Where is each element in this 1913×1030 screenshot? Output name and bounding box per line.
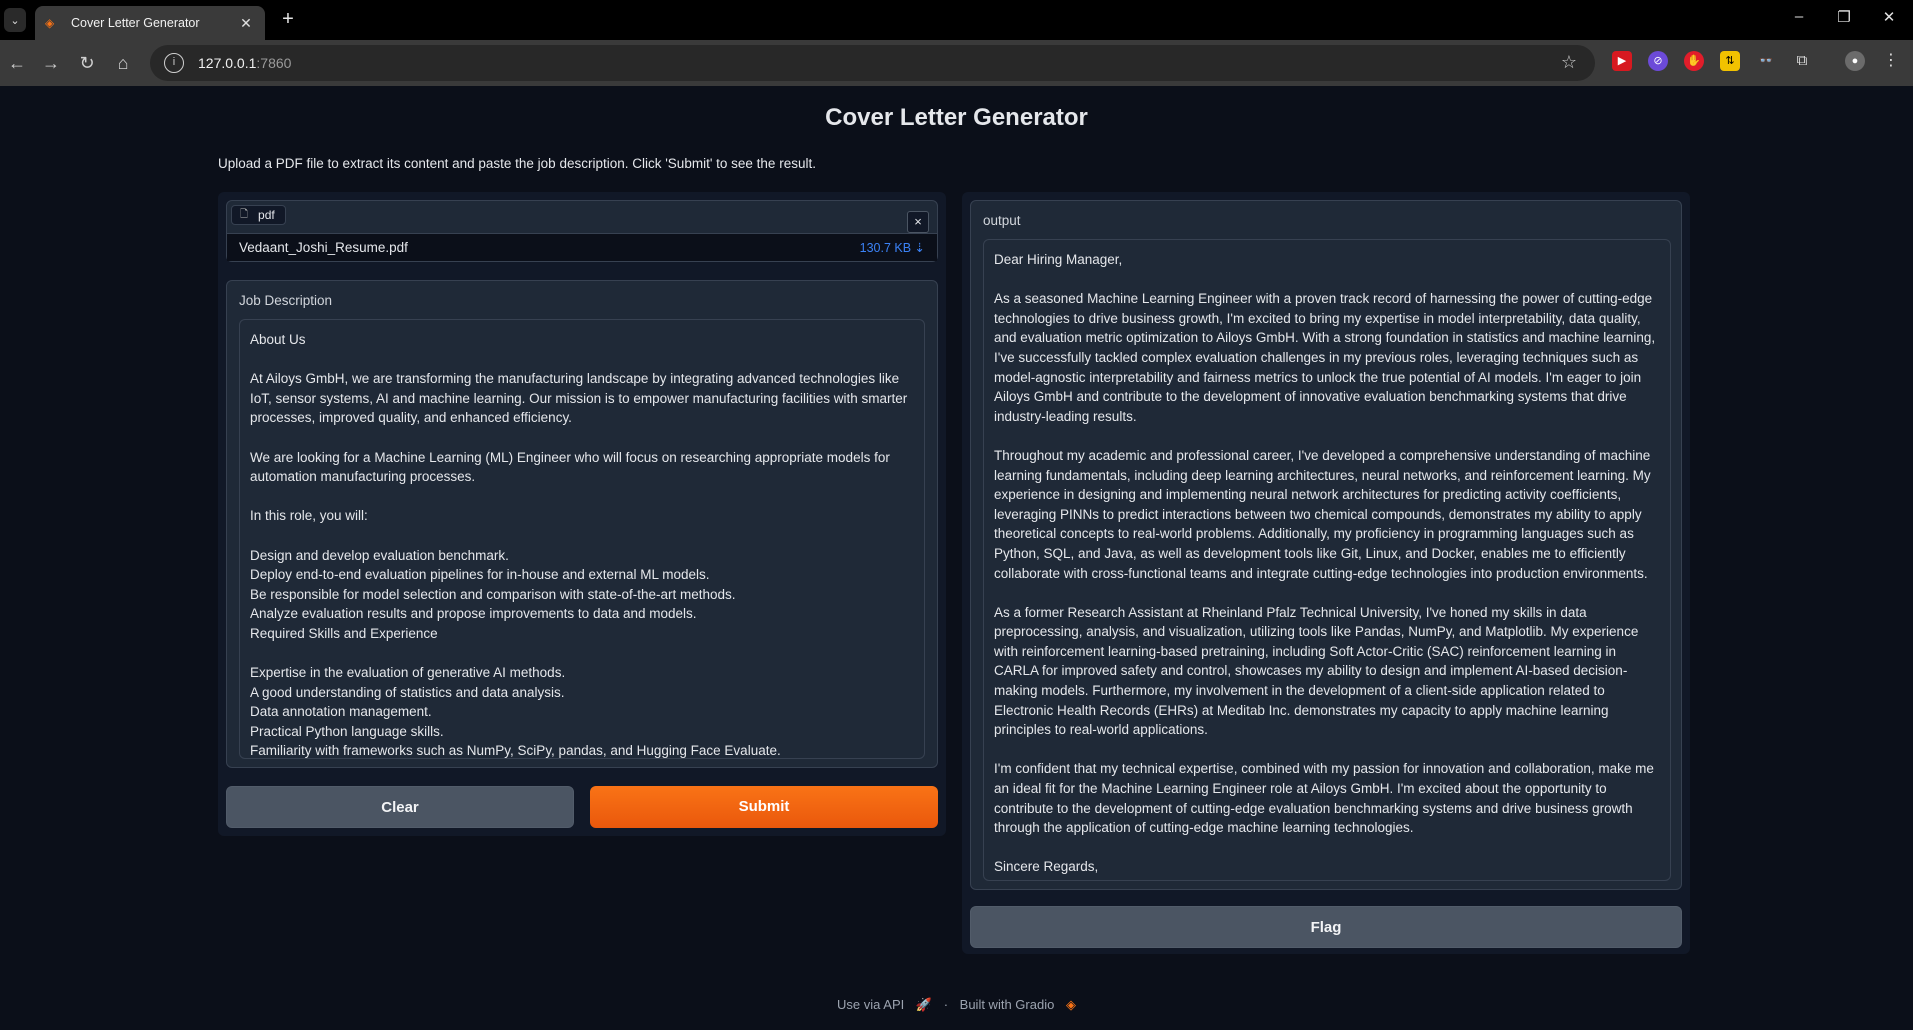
job-description-label: Job Description <box>239 293 333 308</box>
gradio-logo-icon: ◈ <box>1065 997 1076 1012</box>
extension-purple-icon[interactable]: ⊘ <box>1648 51 1668 71</box>
site-info-icon[interactable]: i <box>164 53 184 73</box>
address-bar[interactable]: i 127.0.0.1:7860 ☆ <box>150 45 1595 81</box>
page-title: Cover Letter Generator <box>825 104 1088 131</box>
back-icon[interactable]: ← <box>4 50 30 76</box>
extension-shield-icon[interactable]: ✋ <box>1684 51 1704 71</box>
output-label: output <box>983 213 1021 228</box>
use-via-api-link[interactable]: Use via API <box>837 997 904 1012</box>
minimize-icon[interactable]: – <box>1787 8 1811 25</box>
tab-close-icon[interactable]: ✕ <box>237 15 255 32</box>
built-with-gradio-link[interactable]: Built with Gradio <box>960 997 1055 1012</box>
file-upload-label-text: pdf <box>258 208 275 222</box>
job-description-textarea[interactable]: About Us At Ailoys GmbH, we are transfor… <box>239 319 925 759</box>
reload-icon[interactable]: ↻ <box>74 50 100 76</box>
browser-tab[interactable]: ◈ Cover Letter Generator ✕ <box>35 6 265 40</box>
extension-yellow-icon[interactable]: ⇅ <box>1720 51 1740 71</box>
url-host: 127.0.0.1 <box>198 55 257 71</box>
tab-search-icon[interactable]: ⌄ <box>4 8 26 32</box>
page-description: Upload a PDF file to extract its content… <box>218 156 816 171</box>
input-panel: 🗋 pdf × Vedaant_Joshi_Resume.pdf 130.7 K… <box>218 192 946 836</box>
submit-button[interactable]: Submit <box>590 786 938 828</box>
restore-icon[interactable]: ❐ <box>1832 8 1856 26</box>
footer: Use via API 🚀 · Built with Gradio ◈ <box>0 997 1913 1013</box>
file-clear-icon[interactable]: × <box>907 211 929 233</box>
url-port: :7860 <box>256 55 292 71</box>
clear-button[interactable]: Clear <box>226 786 574 828</box>
uploaded-file-name: Vedaant_Joshi_Resume.pdf <box>239 240 408 255</box>
extension-glasses-icon[interactable]: 👓 <box>1756 51 1776 71</box>
file-download-link[interactable]: 130.7 KB ⇣ <box>860 240 925 255</box>
bookmark-star-icon[interactable]: ☆ <box>1561 52 1577 73</box>
forward-icon[interactable]: → <box>38 50 64 76</box>
new-tab-icon[interactable]: + <box>276 8 300 31</box>
extensions-puzzle-icon[interactable]: ⧉ <box>1792 51 1812 71</box>
tab-title: Cover Letter Generator <box>71 16 200 30</box>
home-icon[interactable]: ⌂ <box>110 50 136 76</box>
profile-avatar-icon[interactable]: ● <box>1845 51 1865 71</box>
close-window-icon[interactable]: ✕ <box>1877 8 1901 26</box>
uploaded-file-row: Vedaant_Joshi_Resume.pdf 130.7 KB ⇣ <box>227 233 937 261</box>
output-panel: output Dear Hiring Manager, As a seasone… <box>962 192 1690 954</box>
file-icon: 🗋 <box>240 208 249 220</box>
job-description-block: Job Description About Us At Ailoys GmbH,… <box>226 280 938 768</box>
pdf-file-upload[interactable]: 🗋 pdf × Vedaant_Joshi_Resume.pdf 130.7 K… <box>226 200 938 262</box>
browser-menu-icon[interactable]: ⋮ <box>1881 51 1901 71</box>
extension-red-icon[interactable]: ▶ <box>1612 51 1632 71</box>
output-textarea[interactable]: Dear Hiring Manager, As a seasoned Machi… <box>983 239 1671 881</box>
flag-button[interactable]: Flag <box>970 906 1682 948</box>
file-upload-label: 🗋 pdf <box>231 205 286 225</box>
gradio-favicon-icon: ◈ <box>45 16 55 30</box>
footer-separator: · <box>943 997 949 1012</box>
output-block: output Dear Hiring Manager, As a seasone… <box>970 200 1682 890</box>
browser-tab-strip: ⌄ ◈ Cover Letter Generator ✕ + – ❐ ✕ <box>0 0 1913 40</box>
rocket-icon: 🚀 <box>915 997 933 1012</box>
